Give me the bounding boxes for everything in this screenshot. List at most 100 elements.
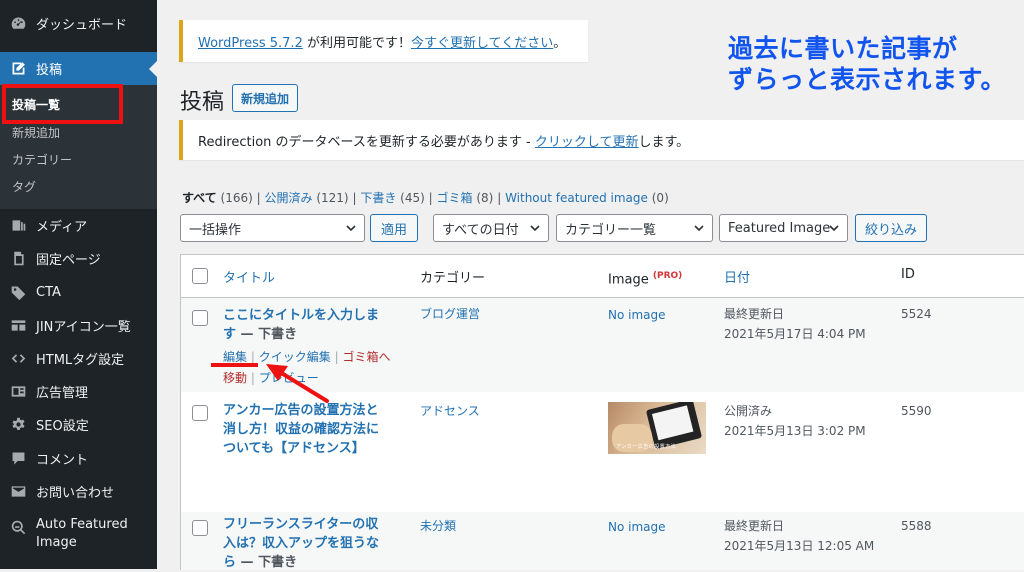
pages-icon	[9, 250, 27, 268]
column-title[interactable]: タイトル	[223, 267, 275, 286]
post-category[interactable]: 未分類	[420, 516, 456, 536]
dashboard-icon	[9, 15, 27, 33]
preview-link[interactable]: プレビュー	[259, 371, 319, 385]
action-sep: |	[250, 371, 255, 385]
wp-version-link[interactable]: WordPress 5.7.2	[198, 36, 303, 51]
post-category[interactable]: ブログ運営	[420, 304, 480, 324]
menu-cta[interactable]: CTA	[0, 276, 157, 309]
filter-draft-count: (45)	[400, 191, 425, 205]
active-arrow	[149, 61, 157, 77]
post-image: No image	[608, 308, 666, 322]
filter-without-image-count: (0)	[651, 191, 669, 205]
menu-contact[interactable]: お問い合わせ	[0, 475, 157, 508]
filter-trash[interactable]: ゴミ箱	[437, 191, 473, 205]
update-notice-text: WordPress 5.7.2 が利用可能です！今すぐ更新してください。	[198, 32, 566, 51]
menu-ads[interactable]: 広告管理	[0, 375, 157, 408]
column-image-label: Image	[608, 272, 649, 288]
post-state: — 下書き	[236, 327, 298, 342]
menu-seo[interactable]: SEO設定	[0, 408, 157, 441]
add-new-post-button[interactable]: 新規追加	[232, 84, 299, 112]
ads-icon	[9, 383, 27, 401]
redirection-update-link[interactable]: クリックして更新	[535, 135, 639, 150]
pro-badge: (PRO)	[652, 271, 683, 281]
bulk-action-select[interactable]: 一括操作	[180, 214, 365, 242]
menu-jin-icons-label: JINアイコン一覧	[36, 320, 131, 335]
table-row: フリーランスライターの収 入は？収入アップを狙うな ら — 下書き 未分類 No…	[181, 512, 1024, 570]
chevron-down-icon	[694, 225, 704, 232]
post-title-line2: 消し方！収益の確認方法に	[223, 422, 380, 437]
update-now-link[interactable]: 今すぐ更新してください	[411, 36, 553, 51]
menu-auto-featured-label: Auto Featured Image	[36, 516, 128, 552]
post-title-link[interactable]: アンカー広告の設置方法と 消し方！収益の確認方法に ついても【アドセンス】	[223, 401, 379, 458]
post-title-link[interactable]: ここにタイトルを入力しま す — 下書き	[223, 306, 379, 344]
post-status: 最終更新日	[724, 307, 785, 321]
submenu-tags[interactable]: タグ	[12, 178, 36, 195]
chevron-down-icon	[829, 225, 839, 232]
column-category: カテゴリー	[420, 271, 486, 286]
menu-pages-label: 固定ページ	[36, 253, 101, 268]
filter-without-image[interactable]: Without featured image	[505, 191, 648, 205]
apply-button[interactable]: 適用	[370, 214, 418, 242]
redirection-end: します。	[638, 134, 690, 150]
row-checkbox[interactable]	[192, 405, 208, 421]
redirection-notice-text: Redirection のデータベースを更新する必要があります - クリックして…	[198, 131, 689, 150]
image-search-icon	[9, 518, 27, 536]
submenu-categories[interactable]: カテゴリー	[12, 151, 72, 168]
table-header: タイトル カテゴリー Image (PRO) 日付 ID	[181, 255, 1024, 298]
post-status: 公開済み	[724, 404, 773, 418]
grid-icon	[9, 317, 27, 335]
menu-comments[interactable]: コメント	[0, 442, 157, 475]
trash-link-line2[interactable]: 移動	[223, 371, 247, 385]
menu-media[interactable]: メディア	[0, 209, 157, 242]
menu-jin-icons[interactable]: JINアイコン一覧	[0, 309, 157, 342]
action-sep: |	[250, 350, 255, 364]
submenu-add-new[interactable]: 新規追加	[12, 124, 60, 141]
menu-html-tags[interactable]: HTMLタグ設定	[0, 342, 157, 375]
menu-cta-label: CTA	[36, 285, 61, 300]
filter-button[interactable]: 絞り込み	[855, 214, 927, 242]
filter-sep: |	[256, 191, 261, 205]
redirection-notice: Redirection のデータベースを更新する必要があります - クリックして…	[179, 120, 1024, 160]
column-date[interactable]: 日付	[724, 267, 750, 286]
menu-dashboard-label: ダッシュボード	[36, 18, 128, 33]
row-checkbox[interactable]	[192, 520, 208, 536]
column-image: Image (PRO)	[608, 271, 682, 287]
featured-image-filter-select[interactable]: Featured Image	[719, 214, 848, 242]
post-date: 2021年5月13日 3:02 PM	[724, 424, 866, 438]
filter-published[interactable]: 公開済み	[265, 191, 313, 205]
gear-icon	[9, 416, 27, 434]
filter-all[interactable]: すべて	[182, 191, 217, 205]
post-title-line1: ここにタイトルを入力しま	[223, 308, 380, 323]
menu-auto-featured-line1: Auto Featured	[36, 517, 128, 532]
quick-edit-link[interactable]: クイック編集	[259, 350, 331, 364]
trash-link-line1[interactable]: ゴミ箱へ	[342, 350, 390, 364]
annotation-line2: ずらっと表示されます。	[728, 65, 1007, 94]
post-title-line3: ら	[223, 555, 237, 570]
menu-dashboard[interactable]: ダッシュボード	[0, 7, 157, 40]
update-notice: WordPress 5.7.2 が利用可能です！今すぐ更新してください。	[179, 20, 588, 62]
filter-sep: |	[497, 191, 502, 205]
menu-pages[interactable]: 固定ページ	[0, 242, 157, 275]
filter-draft[interactable]: 下書き	[360, 191, 396, 205]
edit-link[interactable]: 編集	[223, 350, 247, 364]
featured-image-filter-value: Featured Image	[728, 220, 831, 236]
row-actions: 編集 | クイック編集 | ゴミ箱へ 移動 | プレビュー	[223, 347, 390, 389]
date-filter-value: すべての日付	[442, 222, 519, 238]
post-title-line1: フリーランスライターの収	[223, 517, 379, 532]
post-id: 5588	[901, 519, 932, 533]
menu-posts[interactable]: 投稿	[0, 52, 157, 85]
category-filter-select[interactable]: カテゴリー一覧	[556, 214, 713, 242]
menu-comments-label: コメント	[36, 453, 89, 468]
date-filter-select[interactable]: すべての日付	[433, 214, 549, 242]
post-image: No image	[608, 520, 666, 534]
post-id: 5590	[901, 404, 932, 418]
row-checkbox[interactable]	[192, 310, 208, 326]
post-date: 2021年5月13日 12:05 AM	[724, 539, 875, 553]
filter-sep: |	[428, 191, 433, 205]
menu-auto-featured[interactable]: Auto Featured Image	[0, 516, 157, 554]
post-title-link[interactable]: フリーランスライターの収 入は？収入アップを狙うな ら — 下書き	[223, 515, 379, 572]
page-title: 投稿	[180, 90, 225, 115]
post-title-line3: ついても【アドセンス】	[223, 441, 365, 456]
post-category[interactable]: アドセンス	[420, 401, 480, 421]
select-all-checkbox[interactable]	[192, 268, 208, 284]
